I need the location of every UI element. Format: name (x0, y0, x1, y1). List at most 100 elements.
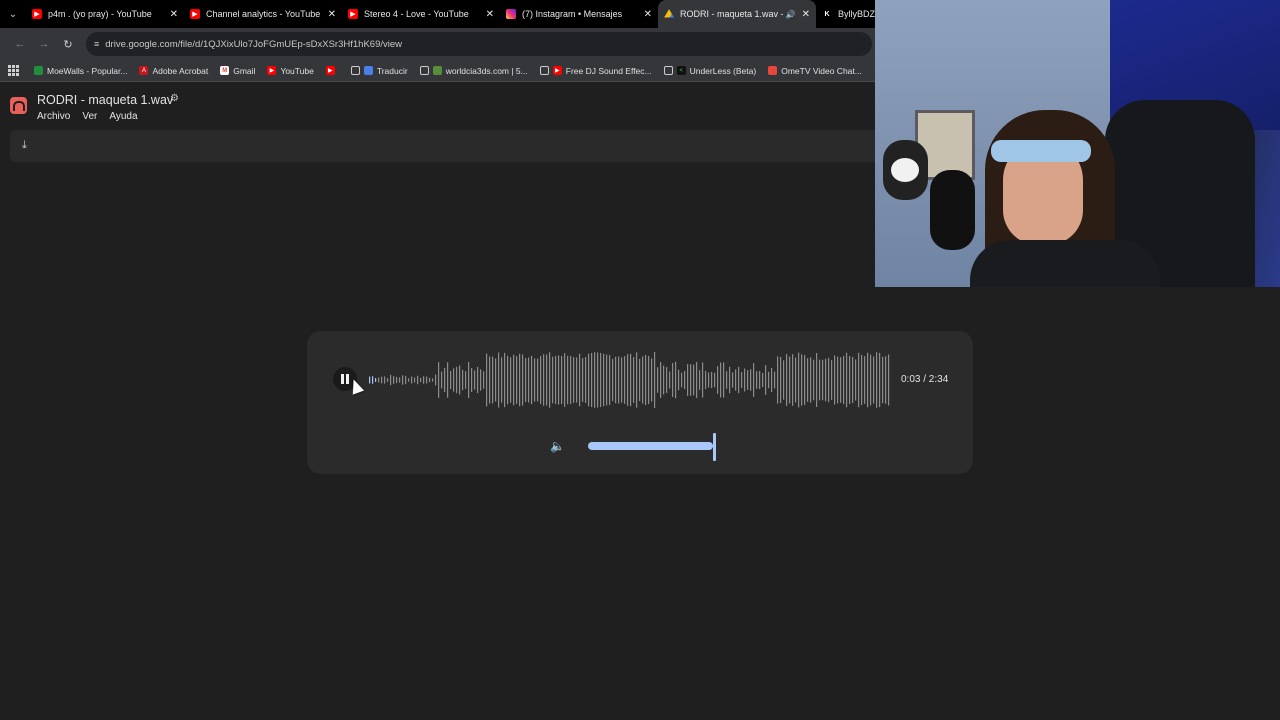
waveform-bar (573, 357, 575, 403)
apps-grid-icon[interactable] (8, 64, 20, 77)
waveform-bar (609, 355, 611, 405)
bookmark-traducir[interactable]: Traducir (350, 65, 408, 76)
waveform-bar (501, 357, 503, 403)
webcam-plush (883, 140, 928, 200)
gmail-icon: M (220, 66, 230, 75)
bookmark-label: Traducir (376, 65, 408, 76)
waveform-bar (390, 374, 392, 386)
webcam-headband (991, 140, 1091, 162)
bookmark-youtube[interactable]: ▶ YouTube (267, 66, 314, 76)
globe-icon (663, 66, 673, 75)
waveform-bar (750, 369, 752, 391)
mouse-cursor (347, 377, 365, 395)
waveform-bar (804, 355, 806, 405)
close-icon[interactable]: ✕ (328, 9, 336, 20)
waveform-bar (777, 356, 779, 404)
waveform-bar (648, 355, 650, 405)
waveform-bar (654, 352, 656, 408)
waveform-bar (672, 363, 674, 397)
bookmark-label: UnderLess (Beta) (689, 65, 757, 76)
bookmark-ometv[interactable]: OmeTV Video Chat... (768, 66, 862, 76)
pause-icon (341, 374, 344, 384)
bookmark-moewalls[interactable]: MoeWalls - Popular... (34, 66, 127, 76)
shared-drive-icon: ⚙ (170, 93, 179, 104)
waveform-bar (600, 352, 602, 408)
volume-icon[interactable]: 🔈 (550, 439, 565, 453)
waveform-bar (546, 354, 548, 406)
tab-drive-rodri[interactable]: RODRI - maqueta 1.wav - G 🔊 ✕ (658, 0, 816, 28)
bookmark-gmail[interactable]: M Gmail (220, 66, 255, 76)
waveform-bar (516, 356, 518, 404)
tab-channel-analytics[interactable]: ▶ Channel analytics - YouTube Stu ✕ (184, 0, 342, 28)
waveform-bar (411, 376, 413, 384)
waveform-bar (579, 353, 581, 407)
back-arrow-icon[interactable]: ← (8, 32, 32, 56)
speaker-icon[interactable]: 🔊 (786, 10, 796, 19)
kick-icon: K (824, 10, 830, 18)
waveform-bar (399, 377, 401, 383)
waveform-bar (471, 368, 473, 392)
waveform-bar (420, 377, 422, 383)
volume-slider[interactable] (588, 442, 713, 450)
menu-ayuda[interactable]: Ayuda (109, 111, 137, 122)
menu-ver[interactable]: Ver (82, 111, 97, 122)
waveform-bar (651, 358, 653, 402)
bookmark-youtube-2[interactable]: ▶ (325, 66, 339, 75)
waveform-bar (393, 376, 395, 384)
waveform-bar (873, 356, 875, 404)
forward-arrow-icon[interactable]: → (32, 32, 56, 56)
waveform-bar (435, 374, 437, 386)
close-icon[interactable]: ✕ (802, 9, 810, 20)
moewalls-icon (34, 66, 43, 75)
globe-icon (539, 66, 549, 75)
waveform-bar (474, 370, 476, 390)
menu-archivo[interactable]: Archivo (37, 111, 70, 122)
bookmark-free-dj-sound[interactable]: ▶ Free DJ Sound Effec... (539, 66, 652, 76)
close-icon[interactable]: ✕ (486, 9, 494, 20)
youtube-icon: ▶ (267, 66, 277, 75)
close-icon[interactable]: ✕ (170, 9, 178, 20)
waveform-bar (612, 358, 614, 402)
waveform-bar (603, 353, 605, 407)
download-icon[interactable]: ⤓ (22, 139, 27, 152)
waveform-bar (678, 369, 680, 391)
waveform-bar (426, 376, 428, 384)
worldcia3ds-icon (432, 66, 442, 75)
youtube-icon: ▶ (552, 66, 562, 75)
waveform-bar (564, 353, 566, 407)
waveform-bar (537, 358, 539, 402)
tab-search-chevron-icon[interactable]: ⌄ (0, 0, 26, 28)
waveform-bar (540, 356, 542, 404)
waveform-bar (714, 372, 716, 388)
bookmark-adobe-acrobat[interactable]: A Adobe Acrobat (139, 66, 208, 76)
waveform-bar (792, 354, 794, 406)
tab-youtube-p4m[interactable]: ▶ p4m . (yo pray) - YouTube ✕ (26, 0, 184, 28)
file-title: RODRI - maqueta 1.wav (37, 93, 174, 107)
waveform-bar (780, 356, 782, 404)
waveform-scrubber[interactable] (369, 351, 893, 409)
waveform-bar (831, 360, 833, 400)
waveform-bar (417, 375, 419, 385)
bookmark-worldcia3ds[interactable]: worldcia3ds.com | 5... (419, 66, 528, 76)
tab-title: RODRI - maqueta 1.wav - G (680, 9, 783, 19)
waveform-bar (744, 368, 746, 392)
underless-icon: < (676, 66, 686, 75)
waveform-bar (369, 376, 371, 384)
waveform-bar (852, 356, 854, 404)
waveform-bar (819, 359, 821, 401)
tab-instagram[interactable]: (7) Instagram • Mensajes ✕ (500, 0, 658, 28)
bookmark-underless[interactable]: < UnderLess (Beta) (663, 65, 757, 76)
waveform-bar (534, 358, 536, 402)
waveform-bar (771, 367, 773, 393)
waveform-bar (468, 361, 470, 399)
waveform-bar (627, 354, 629, 406)
site-settings-icon[interactable]: ≡ (94, 39, 99, 49)
waveform-bar (462, 369, 464, 391)
reload-icon[interactable]: ↻ (56, 32, 80, 56)
close-icon[interactable]: ✕ (644, 9, 652, 20)
tab-title: Stereo 4 - Love - YouTube (364, 9, 469, 19)
address-bar[interactable]: ≡ drive.google.com/file/d/1QJXixUlo7JoFG… (86, 32, 872, 56)
waveform-bar (453, 368, 455, 392)
tab-stereo-love[interactable]: ▶ Stereo 4 - Love - YouTube ✕ (342, 0, 500, 28)
volume-thumb[interactable] (713, 433, 716, 461)
